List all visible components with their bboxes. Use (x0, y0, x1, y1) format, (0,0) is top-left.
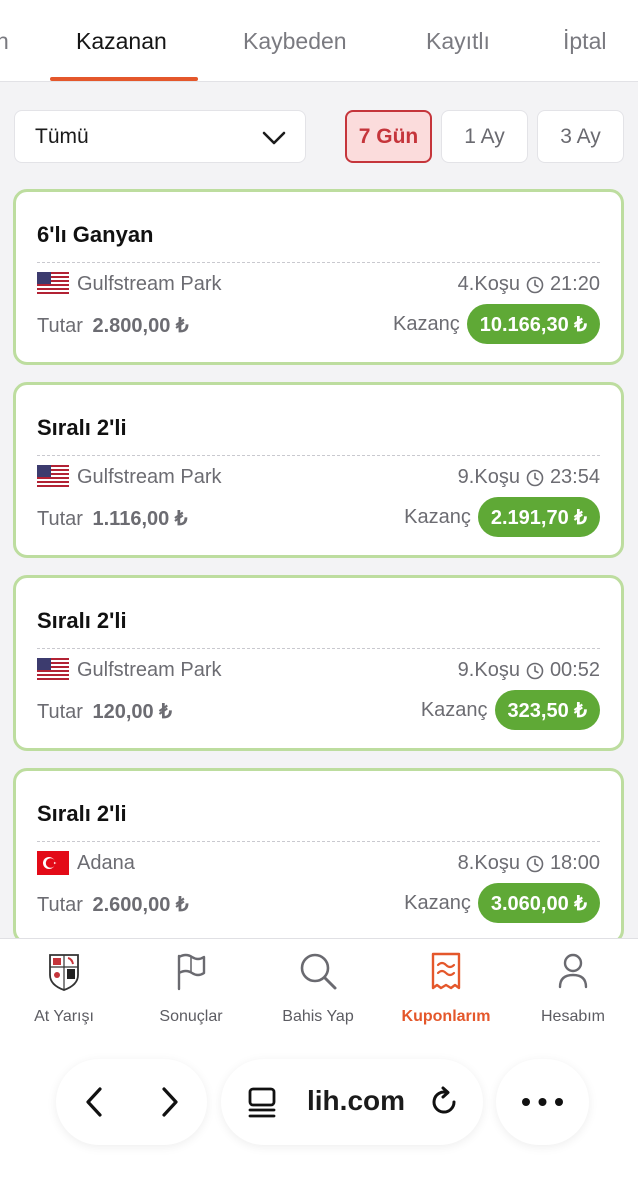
coupon-card[interactable]: Sıralı 2'li Gulfstream Park 9.Koşu 23:54… (13, 382, 624, 558)
nav-label: Hesabım (540, 1008, 606, 1025)
dashed-divider (37, 455, 600, 456)
race-time: 23:54 (549, 466, 600, 488)
search-icon (300, 953, 337, 990)
tab-kayitli[interactable]: Kayıtlı (426, 28, 490, 55)
race-number: 9.Koşu (457, 659, 520, 681)
winnings-badge: 2.191,70 ₺ (477, 497, 600, 537)
coupon-title: Sıralı 2'li (37, 415, 127, 440)
nav-bahis-yap[interactable]: Bahis Yap (258, 949, 378, 1026)
horse-racing-logo-icon (49, 954, 79, 991)
winnings-badge: 10.166,30 ₺ (466, 304, 600, 344)
winnings-label: Kazanç (404, 891, 471, 914)
reload-icon[interactable] (426, 1084, 462, 1120)
track-name: Gulfstream Park (77, 466, 222, 488)
stake: Tutar 120,00 ₺ (37, 699, 172, 724)
nav-hesabim[interactable]: Hesabım (513, 949, 633, 1026)
winnings: Kazanç 323,50 ₺ (421, 690, 600, 730)
dashed-divider (37, 841, 600, 842)
back-arrow-icon[interactable] (76, 1084, 112, 1120)
stake: Tutar 1.116,00 ₺ (37, 506, 188, 531)
ticket-icon (431, 952, 461, 990)
winnings-label: Kazanç (404, 505, 471, 528)
stake-amount: 2.600,00 ₺ (92, 894, 189, 916)
us-flag-icon (37, 272, 69, 296)
url-text: lih.com (307, 1085, 406, 1116)
race-info: 9.Koşu 00:52 (458, 659, 600, 682)
stake-amount: 1.116,00 ₺ (92, 508, 188, 530)
clock-icon (526, 469, 544, 486)
dropdown-value: Tümü (35, 125, 89, 148)
coupon-title: Sıralı 2'li (37, 801, 127, 826)
us-flag-icon (37, 658, 69, 682)
tab-kazanan[interactable]: Kazanan (76, 28, 167, 55)
track-name: Gulfstream Park (77, 273, 222, 295)
dashed-divider (37, 648, 600, 649)
race-info: 9.Koşu 23:54 (458, 466, 600, 489)
active-tab-indicator (50, 77, 198, 81)
race-time: 00:52 (549, 659, 600, 681)
stake: Tutar 2.800,00 ₺ (37, 313, 189, 338)
winnings: Kazanç 3.060,00 ₺ (404, 883, 600, 923)
nav-label: Sonuçlar (159, 1008, 223, 1025)
browser-more-pill[interactable] (496, 1059, 589, 1145)
stake-label: Tutar (37, 315, 83, 337)
winnings-badge: 3.060,00 ₺ (477, 883, 600, 923)
winnings: Kazanç 10.166,30 ₺ (393, 304, 600, 344)
race-number: 9.Koşu (457, 466, 520, 488)
stake-label: Tutar (37, 701, 83, 723)
stake-amount: 120,00 ₺ (92, 701, 172, 723)
race-time: 21:20 (549, 273, 600, 295)
race-info: 4.Koşu 21:20 (458, 273, 600, 296)
stake-amount: 2.800,00 ₺ (92, 315, 189, 337)
clock-icon (526, 276, 544, 293)
tab-overview-icon[interactable] (245, 1083, 283, 1121)
user-icon (558, 953, 588, 989)
tab-partial[interactable]: n (0, 28, 9, 55)
stake: Tutar 2.600,00 ₺ (37, 892, 189, 917)
coupon-card[interactable]: Sıralı 2'li Adana 8.Koşu 18:00 Tutar 2.6… (13, 768, 624, 944)
winnings-label: Kazanç (420, 698, 488, 721)
race-time: 18:00 (549, 852, 600, 874)
nav-label: Kuponlarım (401, 1008, 491, 1025)
flag-icon (177, 953, 206, 991)
race-info: 8.Koşu 18:00 (458, 852, 600, 875)
more-options-icon (522, 1098, 563, 1106)
nav-sonuclar[interactable]: Sonuçlar (131, 949, 251, 1026)
tab-bar: n Kazanan Kaybeden Kayıtlı İptal (0, 0, 638, 82)
status-filter-dropdown[interactable]: Tümü (14, 110, 306, 163)
period-1-month-button[interactable]: 1 Ay (441, 110, 528, 163)
stake-label: Tutar (37, 894, 83, 916)
tab-kaybeden[interactable]: Kaybeden (243, 28, 347, 55)
nav-label: Bahis Yap (282, 1008, 354, 1025)
stake-label: Tutar (37, 508, 83, 530)
race-number: 8.Koşu (457, 852, 520, 874)
clock-icon (526, 855, 544, 872)
nav-at-yarisi[interactable]: At Yarışı (4, 949, 124, 1026)
chevron-down-icon (262, 131, 286, 145)
race-number: 4.Koşu (457, 273, 520, 295)
us-flag-icon (37, 465, 69, 489)
nav-kuponlarim[interactable]: Kuponlarım (386, 949, 506, 1026)
coupon-title: 6'lı Ganyan (37, 222, 154, 247)
coupon-card[interactable]: 6'lı Ganyan Gulfstream Park 4.Koşu 21:20… (13, 189, 624, 365)
clock-icon (526, 662, 544, 679)
winnings-label: Kazanç (393, 312, 460, 335)
dashed-divider (37, 262, 600, 263)
browser-nav-pill (56, 1059, 207, 1145)
track-name: Gulfstream Park (77, 659, 222, 681)
winnings: Kazanç 2.191,70 ₺ (404, 497, 600, 537)
track-name: Adana (77, 852, 135, 874)
period-7-days-button[interactable]: 7 Gün (345, 110, 432, 163)
tab-iptal[interactable]: İptal (563, 28, 606, 55)
coupon-title: Sıralı 2'li (37, 608, 127, 633)
forward-arrow-icon[interactable] (152, 1084, 188, 1120)
winnings-badge: 323,50 ₺ (494, 690, 600, 730)
nav-label: At Yarışı (34, 1008, 94, 1025)
coupon-card[interactable]: Sıralı 2'li Gulfstream Park 9.Koşu 00:52… (13, 575, 624, 751)
turkey-flag-icon (37, 851, 69, 875)
period-3-months-button[interactable]: 3 Ay (537, 110, 624, 163)
browser-address-bar[interactable]: lih.com (221, 1059, 483, 1145)
